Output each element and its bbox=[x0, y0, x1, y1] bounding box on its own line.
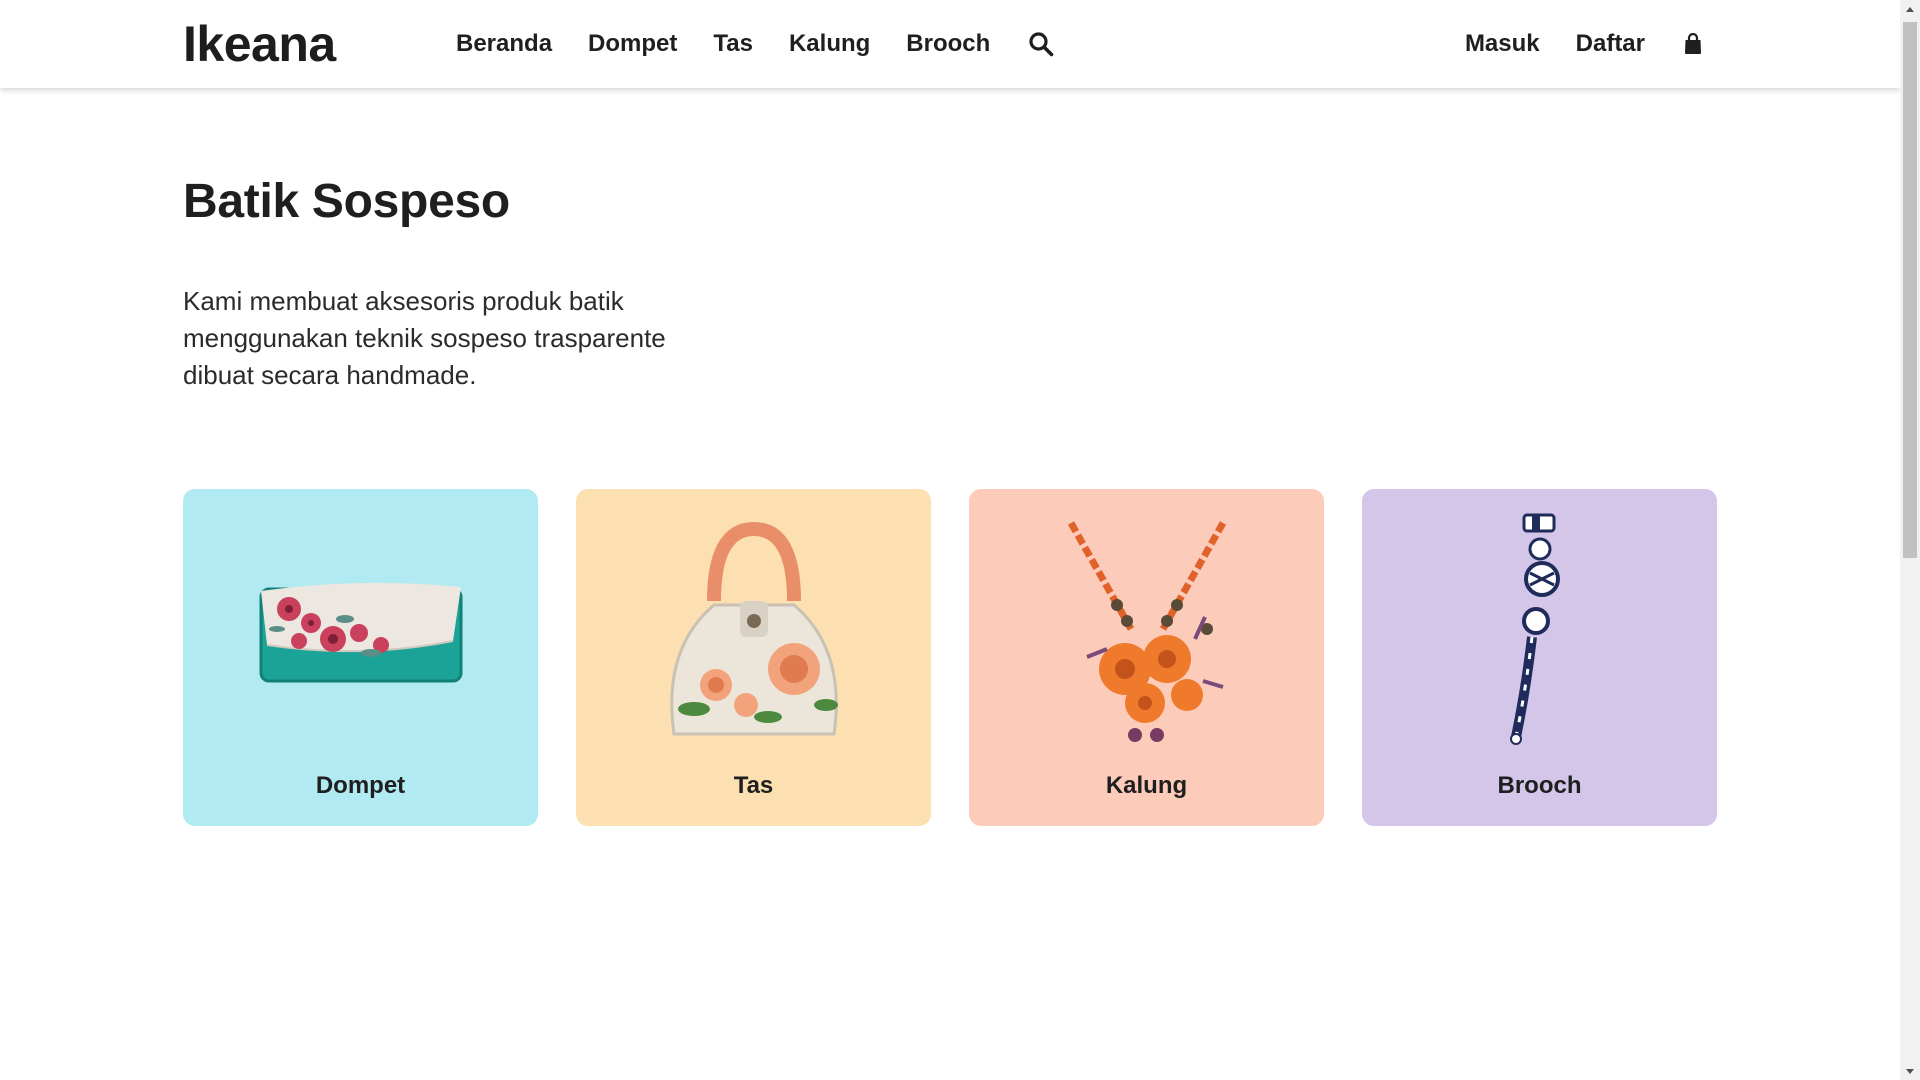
category-card-kalung[interactable]: Kalung bbox=[969, 489, 1324, 826]
nav-item-dompet[interactable]: Dompet bbox=[588, 26, 677, 62]
auth-nav: Masuk Daftar bbox=[1465, 26, 1705, 62]
category-card-dompet[interactable]: Dompet bbox=[183, 489, 538, 826]
nav-item-beranda[interactable]: Beranda bbox=[456, 26, 552, 62]
navbar: Ikeana Beranda Dompet Tas Kalung Brooch … bbox=[0, 0, 1900, 88]
nav-item-kalung[interactable]: Kalung bbox=[789, 26, 870, 62]
hero-description: Kami membuat aksesoris produk batik meng… bbox=[183, 286, 666, 390]
page: Ikeana Beranda Dompet Tas Kalung Brooch … bbox=[0, 0, 1900, 1080]
page-title: Batik Sospeso bbox=[183, 175, 510, 228]
scrollbar-thumb[interactable] bbox=[1903, 22, 1917, 558]
search-icon[interactable] bbox=[1026, 29, 1056, 59]
clutch-purse-image bbox=[183, 509, 538, 749]
main-nav: Beranda Dompet Tas Kalung Brooch bbox=[456, 26, 1056, 62]
category-label-tas: Tas bbox=[733, 772, 774, 799]
category-label-kalung: Kalung bbox=[1105, 772, 1188, 799]
nav-item-tas[interactable]: Tas bbox=[713, 26, 753, 62]
brooch-image bbox=[1362, 509, 1717, 749]
category-label-dompet: Dompet bbox=[315, 772, 406, 799]
handbag-image bbox=[576, 509, 931, 749]
login-link[interactable]: Masuk bbox=[1465, 26, 1540, 62]
register-link[interactable]: Daftar bbox=[1576, 26, 1645, 62]
scroll-up-arrow-icon[interactable] bbox=[1900, 0, 1920, 18]
scroll-down-arrow-icon[interactable] bbox=[1900, 1062, 1920, 1080]
vertical-scrollbar[interactable] bbox=[1900, 0, 1920, 1080]
brand-logo[interactable]: Ikeana bbox=[183, 14, 336, 74]
necklace-image bbox=[969, 509, 1324, 749]
nav-item-brooch[interactable]: Brooch bbox=[906, 26, 990, 62]
shopping-bag-icon[interactable] bbox=[1681, 30, 1705, 58]
category-cards: Dompet Tas Kalung Brooch bbox=[183, 489, 1717, 826]
category-card-tas[interactable]: Tas bbox=[576, 489, 931, 826]
category-card-brooch[interactable]: Brooch bbox=[1362, 489, 1717, 826]
category-label-brooch: Brooch bbox=[1497, 772, 1582, 799]
